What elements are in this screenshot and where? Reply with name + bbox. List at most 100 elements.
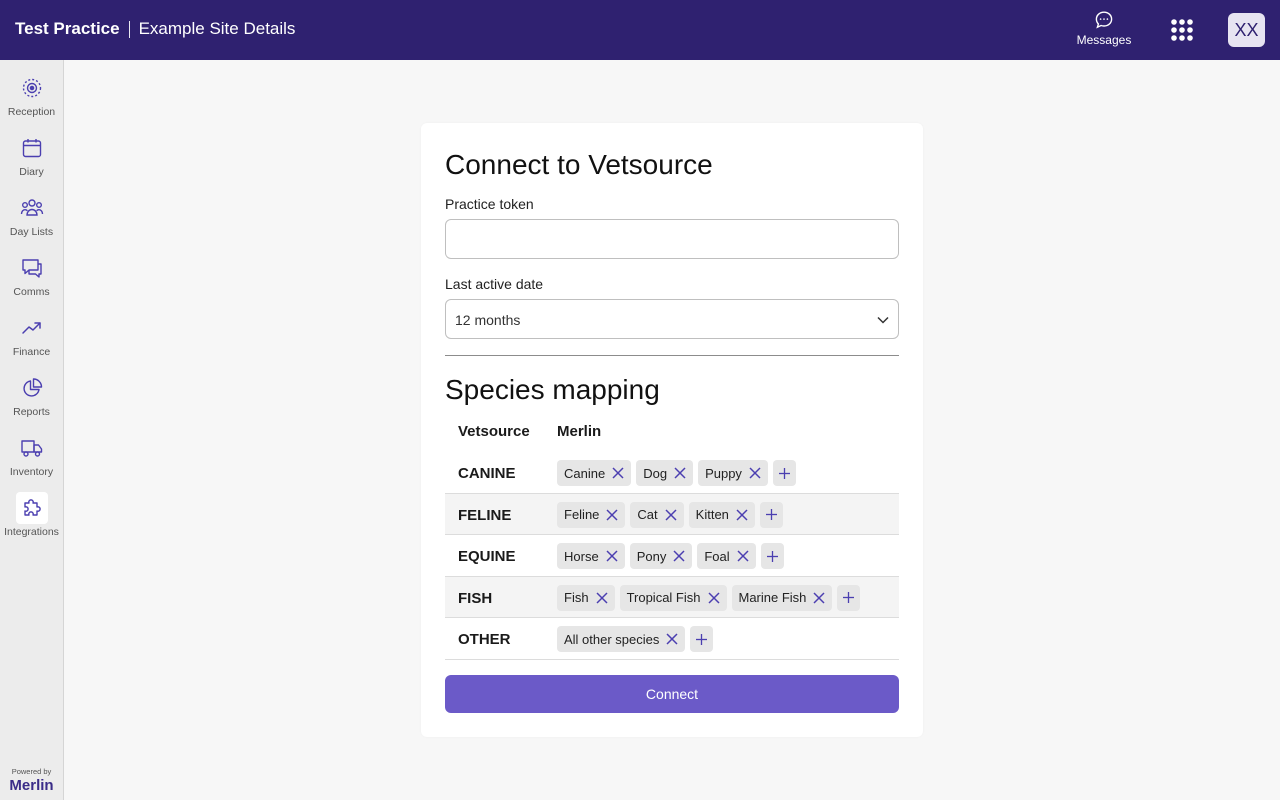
remove-chip-icon[interactable] bbox=[658, 502, 684, 528]
add-species-icon[interactable] bbox=[837, 584, 861, 611]
sidebar-item-reports[interactable]: Reports bbox=[0, 368, 63, 424]
species-chip: Cat bbox=[630, 501, 684, 528]
sidebar-item-label: Diary bbox=[19, 166, 44, 178]
practice-token-input[interactable] bbox=[445, 219, 899, 259]
chip-label: Pony bbox=[636, 548, 667, 564]
vetsource-species: FISH bbox=[458, 589, 493, 607]
sidebar: Reception Diary Day Lists Comms Finance … bbox=[0, 60, 64, 800]
site-name: Example Site Details bbox=[138, 19, 296, 38]
merlin-species-chips: Canine Dog Puppy bbox=[557, 460, 796, 486]
practice-token-label: Practice token bbox=[445, 196, 534, 212]
table-row: CANINE Canine Dog Puppy bbox=[445, 452, 899, 494]
species-chip: Marine Fish bbox=[731, 584, 833, 611]
chip-label: Dog bbox=[643, 465, 668, 481]
sidebar-item-reception[interactable]: Reception bbox=[0, 68, 63, 124]
species-mapping-title: Species mapping bbox=[445, 374, 660, 405]
remove-chip-icon[interactable] bbox=[730, 543, 756, 569]
chat-bubble-icon bbox=[1072, 10, 1136, 30]
last-active-date-label: Last active date bbox=[445, 276, 544, 292]
chat-icon bbox=[16, 252, 48, 284]
sidebar-item-label: Integrations bbox=[4, 526, 59, 538]
puzzle-icon bbox=[15, 492, 48, 524]
sidebar-item-label: Reports bbox=[13, 406, 50, 418]
species-chip: Dog bbox=[636, 460, 694, 486]
sidebar-item-integrations[interactable]: Integrations bbox=[0, 488, 63, 544]
add-species-icon[interactable] bbox=[690, 626, 714, 652]
messages-label: Messages bbox=[1076, 33, 1132, 47]
merlin-species-chips: Horse Pony Foal bbox=[557, 543, 784, 569]
apps-grid-icon[interactable] bbox=[1170, 18, 1194, 42]
connect-button[interactable]: Connect bbox=[445, 675, 899, 713]
trend-icon bbox=[16, 312, 48, 344]
chip-label: Puppy bbox=[705, 465, 742, 481]
species-chip: Foal bbox=[697, 543, 756, 569]
chip-label: Tropical Fish bbox=[626, 590, 701, 605]
column-header-merlin: Merlin bbox=[557, 423, 602, 440]
add-species-icon[interactable] bbox=[759, 501, 783, 528]
species-chip: All other species bbox=[557, 626, 686, 652]
sidebar-item-label: Finance bbox=[12, 346, 51, 358]
sidebar-item-inventory[interactable]: Inventory bbox=[0, 428, 63, 484]
reception-icon bbox=[16, 72, 48, 104]
brand-name: Merlin bbox=[9, 777, 54, 794]
species-chip: Horse bbox=[557, 543, 625, 569]
remove-chip-icon[interactable] bbox=[729, 502, 755, 528]
top-bar: Test Practice Example Site Details Messa… bbox=[0, 0, 1280, 60]
merlin-species-chips: Fish Tropical Fish Marine Fish bbox=[557, 584, 861, 611]
sidebar-item-label: Reception bbox=[7, 106, 56, 118]
merlin-species-chips: All other species bbox=[557, 626, 714, 652]
remove-chip-icon[interactable] bbox=[701, 585, 727, 611]
table-row: FISH Fish Tropical Fish Marine Fish bbox=[445, 576, 899, 618]
species-chip: Puppy bbox=[698, 460, 768, 486]
last-active-date-select[interactable]: 12 months bbox=[445, 299, 899, 339]
add-species-icon[interactable] bbox=[772, 460, 796, 486]
column-header-vetsource: Vetsource bbox=[458, 423, 530, 440]
vetsource-species: OTHER bbox=[458, 631, 511, 648]
sidebar-item-label: Day Lists bbox=[9, 226, 54, 238]
sidebar-item-comms[interactable]: Comms bbox=[0, 248, 63, 304]
people-icon bbox=[16, 192, 48, 224]
vetsource-species: FELINE bbox=[458, 506, 512, 524]
remove-chip-icon[interactable] bbox=[659, 626, 685, 652]
sidebar-item-label: Inventory bbox=[9, 466, 54, 478]
calendar-icon bbox=[16, 132, 48, 164]
sidebar-item-day-lists[interactable]: Day Lists bbox=[0, 188, 63, 244]
chip-label: Kitten bbox=[695, 507, 729, 522]
chip-label: Cat bbox=[637, 507, 658, 522]
species-chip: Feline bbox=[557, 501, 626, 528]
remove-chip-icon[interactable] bbox=[605, 460, 631, 486]
remove-chip-icon[interactable] bbox=[599, 502, 625, 528]
page-title: Connect to Vetsource bbox=[445, 149, 713, 180]
avatar[interactable]: XX bbox=[1228, 13, 1265, 47]
selected-value: 12 months bbox=[455, 312, 521, 328]
remove-chip-icon[interactable] bbox=[806, 585, 832, 611]
chip-label: Marine Fish bbox=[738, 590, 807, 605]
breadcrumb: Test Practice Example Site Details bbox=[15, 19, 295, 39]
sidebar-item-diary[interactable]: Diary bbox=[0, 128, 63, 184]
remove-chip-icon[interactable] bbox=[666, 543, 692, 569]
chip-label: Canine bbox=[564, 465, 606, 481]
practice-name[interactable]: Test Practice bbox=[15, 19, 120, 39]
remove-chip-icon[interactable] bbox=[599, 543, 625, 569]
sidebar-item-label: Comms bbox=[13, 286, 50, 298]
messages-button[interactable]: Messages bbox=[1072, 10, 1136, 54]
chip-label: Fish bbox=[564, 590, 589, 605]
species-chip: Tropical Fish bbox=[619, 584, 727, 611]
remove-chip-icon[interactable] bbox=[589, 585, 615, 611]
chip-label: All other species bbox=[564, 631, 660, 647]
connect-card: Connect to Vetsource Practice token Last… bbox=[421, 123, 923, 737]
powered-by-logo: Powered by Merlin bbox=[0, 767, 63, 794]
remove-chip-icon[interactable] bbox=[667, 460, 693, 486]
add-species-icon[interactable] bbox=[760, 543, 784, 569]
merlin-species-chips: Feline Cat Kitten bbox=[557, 501, 783, 528]
powered-by-text: Powered by bbox=[11, 767, 52, 776]
remove-chip-icon[interactable] bbox=[742, 460, 768, 486]
table-row: FELINE Feline Cat Kitten bbox=[445, 493, 899, 535]
divider bbox=[445, 355, 899, 356]
species-chip: Kitten bbox=[688, 501, 755, 528]
chip-label: Feline bbox=[564, 507, 600, 522]
truck-icon bbox=[16, 432, 48, 464]
sidebar-item-finance[interactable]: Finance bbox=[0, 308, 63, 364]
species-mapping-table: CANINE Canine Dog Puppy FELINE Feline Cat Kitte… bbox=[445, 452, 899, 660]
chevron-down-icon bbox=[876, 313, 890, 332]
